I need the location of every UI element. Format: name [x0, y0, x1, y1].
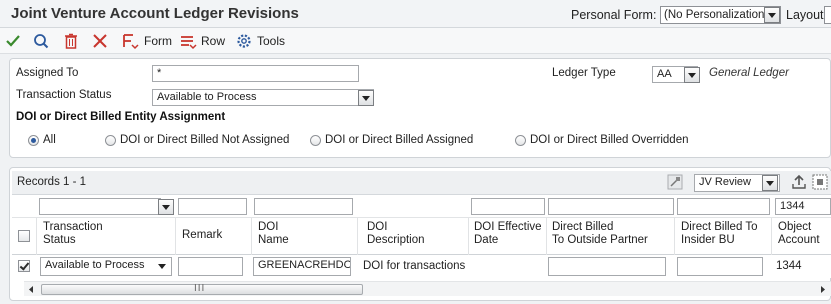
row-direct-billed-outside-input[interactable]: [548, 257, 666, 276]
col-transaction-status[interactable]: Transaction Status: [43, 221, 103, 247]
doi-section-heading: DOI or Direct Billed Entity Assignment: [16, 111, 226, 123]
close-icon[interactable]: [91, 32, 109, 50]
ledger-type-label: Ledger Type: [552, 67, 616, 79]
row-remark-input[interactable]: [178, 257, 243, 276]
assigned-to-label: Assigned To: [16, 67, 79, 79]
radio-overridden-label[interactable]: DOI or Direct Billed Overridden: [530, 134, 689, 146]
form-menu-icon[interactable]: [121, 32, 139, 50]
column-divider: [771, 218, 772, 255]
search-icon[interactable]: [32, 32, 50, 50]
grid-header: Records 1 - 1 JV Review: [12, 171, 831, 195]
column-divider: [175, 218, 176, 255]
personal-form-select[interactable]: (No Personalization): [660, 6, 781, 24]
radio-all[interactable]: [28, 135, 39, 146]
transaction-status-select[interactable]: Available to Process: [152, 89, 374, 106]
checkmark-icon[interactable]: [4, 32, 22, 50]
records-count: Records 1 - 1: [17, 176, 87, 188]
transaction-status-dropdown-button[interactable]: [358, 90, 374, 106]
filter-doi-effective-date[interactable]: [471, 198, 545, 215]
filter-remark[interactable]: [178, 198, 247, 215]
table-row[interactable]: Available to Process GREENACREHDOI DOI f…: [12, 255, 831, 278]
radio-assigned[interactable]: [310, 135, 321, 146]
filter-transaction-status-dropdown[interactable]: [158, 199, 174, 215]
column-divider: [468, 218, 469, 255]
scrollbar-grip: III: [194, 283, 206, 294]
col-doi-effective-date[interactable]: DOI Effective Date: [474, 221, 542, 247]
col-doi-name[interactable]: DOI Name: [258, 221, 289, 247]
col-remark[interactable]: Remark: [182, 229, 222, 242]
col-object-account[interactable]: Object Account: [778, 221, 820, 247]
radio-assigned-label[interactable]: DOI or Direct Billed Assigned: [325, 134, 473, 146]
radio-not-assigned[interactable]: [105, 135, 116, 146]
scrollbar-thumb[interactable]: III: [41, 283, 363, 295]
row-doi-description: DOI for transactions: [363, 260, 466, 272]
col-direct-billed-insider[interactable]: Direct Billed To Insider BU: [681, 221, 758, 247]
grid-view-dropdown-button[interactable]: [762, 175, 778, 191]
tools-menu-label[interactable]: Tools: [257, 34, 285, 48]
export-icon[interactable]: [791, 174, 807, 190]
personal-form-dropdown-button[interactable]: [764, 7, 780, 23]
column-divider: [36, 218, 37, 255]
row-select-checkbox[interactable]: [18, 260, 30, 272]
col-doi-description[interactable]: DOI Description: [367, 221, 425, 247]
column-divider: [251, 218, 252, 255]
filter-object-account[interactable]: 1344: [775, 198, 831, 215]
filter-direct-billed-outside[interactable]: [548, 198, 674, 215]
row-menu-label[interactable]: Row: [201, 34, 225, 48]
filter-direct-billed-insider[interactable]: [677, 198, 770, 215]
scroll-right-icon[interactable]: [818, 285, 827, 294]
grid-filter-row: 1344: [12, 195, 831, 218]
scroll-left-icon[interactable]: [27, 285, 36, 294]
radio-overridden[interactable]: [515, 135, 526, 146]
grid-column-headers: Transaction Status Remark DOI Name DOI D…: [12, 218, 831, 255]
filter-transaction-status[interactable]: [39, 198, 161, 215]
radio-all-label[interactable]: All: [43, 134, 56, 146]
form-menu-label[interactable]: Form: [144, 34, 172, 48]
column-divider: [674, 218, 675, 255]
ledger-type-dropdown-button[interactable]: [684, 67, 700, 83]
row-object-account: 1344: [776, 260, 802, 272]
page-title: Joint Venture Account Ledger Revisions: [11, 5, 299, 22]
row-direct-billed-insider-input[interactable]: [677, 257, 763, 276]
ledger-type-description: General Ledger: [709, 67, 789, 79]
row-menu-icon[interactable]: [179, 32, 197, 50]
title-bar: Joint Venture Account Ledger Revisions P…: [0, 0, 831, 28]
select-all-checkbox[interactable]: [18, 230, 30, 242]
col-direct-billed-outside[interactable]: Direct Billed To Outside Partner: [552, 221, 648, 247]
gear-icon[interactable]: [235, 32, 253, 50]
row-transaction-status-select[interactable]: Available to Process: [40, 257, 172, 276]
row-transaction-status-dropdown[interactable]: [155, 259, 171, 275]
pin-icon[interactable]: [667, 174, 683, 190]
personal-form-label: Personal Form:: [571, 8, 657, 22]
transaction-status-label: Transaction Status: [16, 89, 112, 101]
horizontal-scrollbar[interactable]: III: [24, 281, 831, 296]
toolbar: Form Row Tools: [0, 28, 831, 54]
assigned-to-input[interactable]: *: [152, 65, 359, 82]
radio-not-assigned-label[interactable]: DOI or Direct Billed Not Assigned: [120, 134, 289, 146]
layout-select[interactable]: [824, 6, 831, 24]
row-doi-name-input[interactable]: GREENACREHDOI: [253, 257, 351, 276]
filter-doi-name[interactable]: [254, 198, 353, 215]
grid-settings-icon[interactable]: [812, 174, 828, 190]
column-divider: [357, 218, 358, 255]
trash-icon[interactable]: [62, 32, 80, 50]
column-divider: [546, 218, 547, 255]
criteria-panel: Assigned To * Transaction Status Availab…: [9, 58, 831, 158]
layout-label: Layout:: [786, 8, 828, 22]
